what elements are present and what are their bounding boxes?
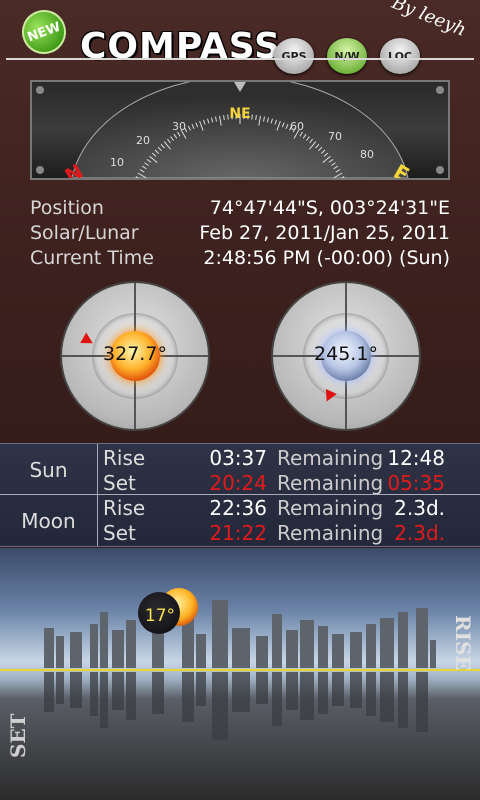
moon-rise-time: 22:36 xyxy=(209,496,267,520)
tick-label: 60 xyxy=(290,120,304,133)
nw-button[interactable]: N/W xyxy=(327,38,367,74)
gps-button-label: GPS xyxy=(281,49,307,63)
compass-tick xyxy=(223,115,225,121)
author-signature: By leeyh xyxy=(388,0,470,41)
moon-set-remaining: 2.3d. xyxy=(394,521,445,545)
title-divider xyxy=(6,58,474,60)
compass-dial: NE 10 20 30 60 70 80 N E xyxy=(30,80,450,180)
sun-azimuth-value: 327.7° xyxy=(103,343,167,365)
tick-label: 20 xyxy=(136,134,150,147)
sun-azimuth-gauge: 327.7° xyxy=(62,283,208,429)
position-label: Position xyxy=(30,197,104,219)
new-badge: NEW xyxy=(15,3,73,61)
current-time-value: 2:48:56 PM (-00:00) (Sun) xyxy=(203,247,450,269)
city-skyline xyxy=(44,600,436,740)
sun-row-label: Sun xyxy=(29,458,68,482)
sun-set-remaining: 05:35 xyxy=(387,471,445,495)
set-edge-label: SET xyxy=(6,713,30,758)
loc-button-label: LOC xyxy=(387,49,413,63)
tick-label: 10 xyxy=(110,156,124,169)
location-info: Position 74°47'44"S, 003°24'31"E Solar/L… xyxy=(30,196,450,271)
compass-tick xyxy=(227,114,229,120)
compass-tick xyxy=(251,114,253,120)
moon-rise-remaining: 2.3d. xyxy=(394,496,445,520)
moon-set-time: 21:22 xyxy=(209,521,267,545)
rise-set-table: Sun Rise 03:37 Remaining 12:48 Set 20:24… xyxy=(0,443,480,547)
new-badge-label: NEW xyxy=(25,19,63,45)
app-title: COMPASS xyxy=(80,26,282,67)
compass-tick xyxy=(255,115,257,121)
moon-azimuth-value: 245.1° xyxy=(314,343,378,365)
solar-lunar-value: Feb 27, 2011/Jan 25, 2011 xyxy=(199,222,450,244)
rise-edge-label: RISE xyxy=(451,615,475,671)
position-row: Position 74°47'44"S, 003°24'31"E xyxy=(30,196,450,221)
tick-label: 70 xyxy=(328,130,342,143)
temperature-label: 17° xyxy=(144,606,176,626)
position-value: 74°47'44"S, 003°24'31"E xyxy=(209,197,450,219)
tick-label: 80 xyxy=(360,148,374,161)
compass-arc: NE 10 20 30 60 70 80 N E xyxy=(61,82,413,178)
sun-rise-time: 03:37 xyxy=(209,446,267,470)
gps-button[interactable]: GPS xyxy=(274,38,314,74)
sun-set-time: 20:24 xyxy=(209,471,267,495)
heading-label: NE xyxy=(229,106,250,122)
moon-azimuth-gauge: 245.1° xyxy=(273,283,419,429)
horizon-line xyxy=(0,669,480,671)
current-time-row: Current Time 2:48:56 PM (-00:00) (Sun) xyxy=(30,246,450,271)
solar-lunar-label: Solar/Lunar xyxy=(30,222,139,244)
sun-rise-remaining: 12:48 xyxy=(387,446,445,470)
moon-row-label: Moon xyxy=(21,509,76,533)
top-bar: NEW COMPASS GPS N/W LOC By leeyh xyxy=(0,0,480,74)
current-time-label: Current Time xyxy=(30,247,154,269)
sky-scene: 17° SET RISE xyxy=(0,548,480,800)
tick-label: 30 xyxy=(172,120,186,133)
nw-button-label: N/W xyxy=(334,49,360,63)
solar-lunar-row: Solar/Lunar Feb 27, 2011/Jan 25, 2011 xyxy=(30,221,450,246)
loc-button[interactable]: LOC xyxy=(380,38,420,74)
